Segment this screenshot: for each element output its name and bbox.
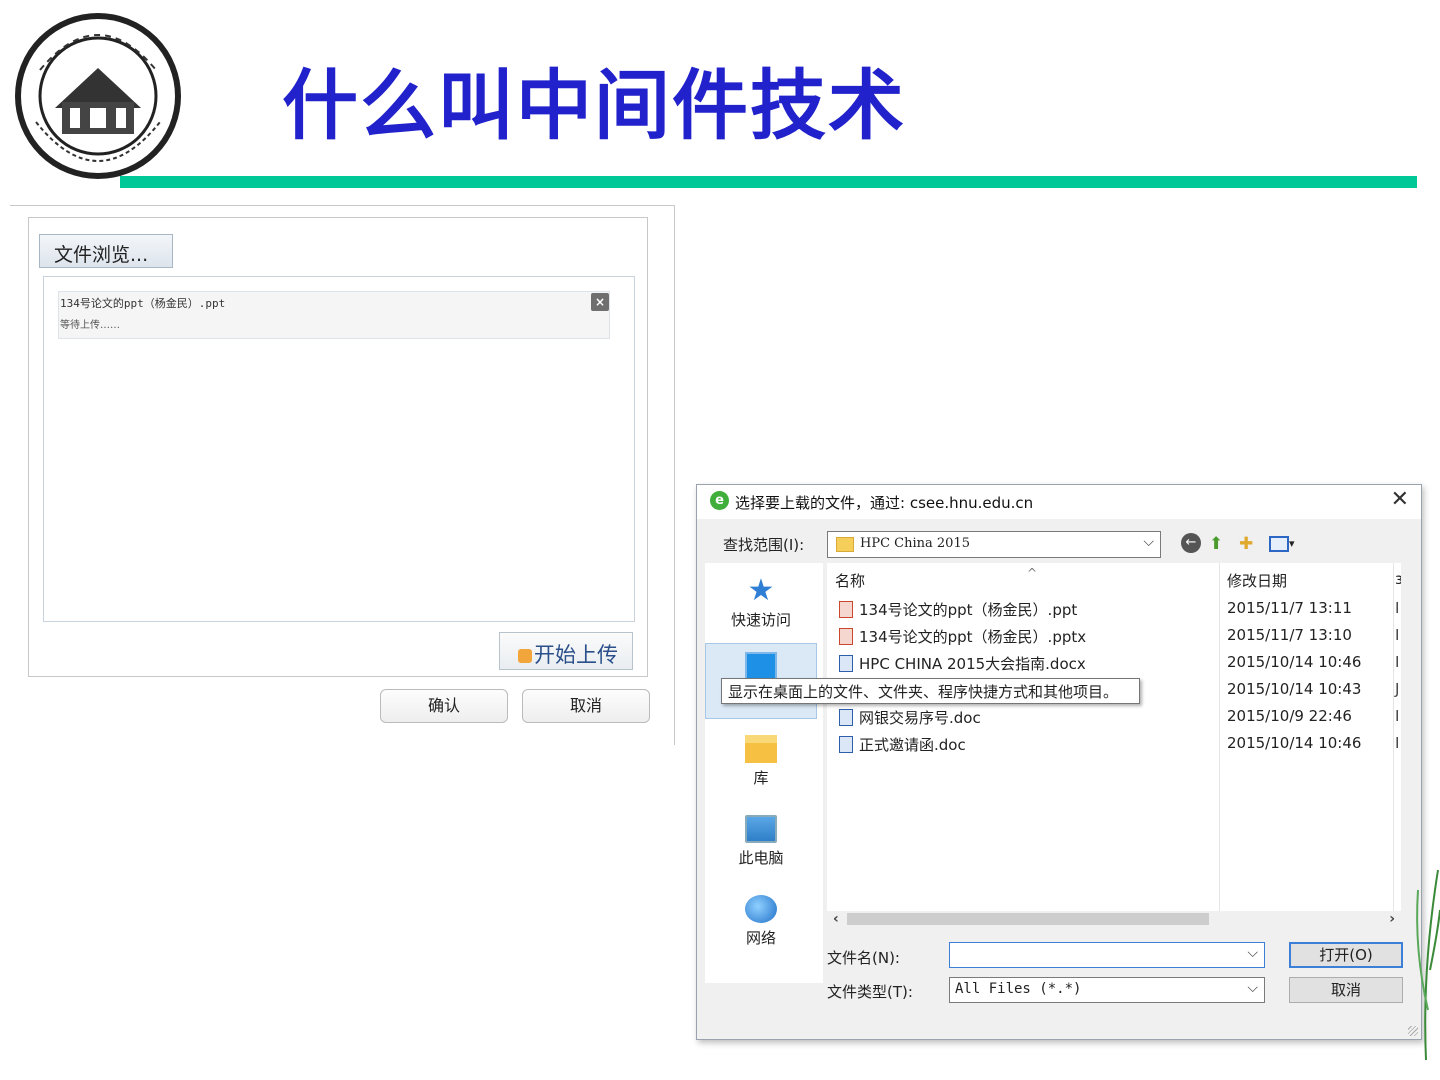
place-this-pc[interactable]: 此电脑 [705,807,817,883]
open-button[interactable]: 打开(O) [1289,942,1403,968]
file-list: 名称 ^ 修改日期 з 134号论文的ppt（杨金民）.ppt 2015/11/… [827,563,1401,925]
powerpoint-file-icon [839,628,853,645]
file-date: 2015/10/14 10:43 [1227,680,1362,698]
ie-browser-icon: e [710,491,729,510]
scroll-right-icon[interactable]: › [1389,911,1395,925]
close-icon[interactable]: × [591,293,609,311]
file-row[interactable]: HPC CHINA 2015大会指南.docx 2015/10/14 10:46… [827,650,1401,677]
start-upload-label: 开始上传 [534,643,618,667]
column-name-label: 名称 [835,572,866,590]
upload-queue: 134号论文的ppt（杨金民）.ppt 等待上传…… × [43,276,635,622]
file-date: 2015/10/14 10:46 [1227,653,1362,671]
word-file-icon [839,736,853,753]
place-label: 快速访问 [730,611,791,629]
file-date: 2015/10/9 22:46 [1227,707,1352,725]
file-row[interactable]: 134号论文的ppt（杨金民）.pptx 2015/11/7 13:10 I [827,623,1401,650]
look-in-value: HPC China 2015 [860,536,970,551]
filename-input[interactable]: ⌵ [949,942,1265,968]
place-label: 网络 [745,929,776,947]
title-underline [120,176,1417,188]
column-header-name[interactable]: 名称 ^ [835,566,1037,591]
university-seal-logo [15,13,181,179]
file-name: 134号论文的ppt（杨金民）.pptx [859,628,1087,646]
look-in-dropdown[interactable]: HPC China 2015 ⌵ [827,531,1161,558]
place-label: 库 [753,769,769,787]
frame-edge [10,205,675,206]
confirm-button[interactable]: 确认 [380,689,508,723]
word-file-icon [839,655,853,672]
file-row[interactable]: 网银交易序号.doc 2015/10/9 22:46 I [827,704,1401,731]
frame-edge [674,205,675,745]
desktop-tooltip: 显示在桌面上的文件、文件夹、程序快捷方式和其他项目。 [721,678,1140,704]
file-type: J [1395,680,1400,698]
folder-icon [836,537,854,552]
back-arrow-icon[interactable]: ← [1181,533,1201,553]
look-in-label: 查找范围(I): [723,536,805,554]
file-name: 134号论文的ppt（杨金民）.ppt [859,601,1078,619]
file-type: I [1395,653,1400,671]
upload-icon [518,649,532,663]
place-library[interactable]: 库 [705,727,817,803]
upload-widget-screenshot: 文件浏览... 134号论文的ppt（杨金民）.ppt 等待上传…… × 开始上… [10,205,675,745]
this-pc-icon [745,815,777,843]
queue-item: 134号论文的ppt（杨金民）.ppt 等待上传…… × [58,291,610,339]
chevron-down-icon: ⌵ [1143,534,1154,550]
scrollbar-thumb[interactable] [847,913,1209,925]
file-name: HPC CHINA 2015大会指南.docx [859,655,1086,673]
queue-file-status: 等待上传…… [60,320,120,331]
upload-panel: 文件浏览... 134号论文的ppt（杨金民）.ppt 等待上传…… × 开始上… [28,217,648,677]
file-type: I [1395,734,1400,752]
slide-title: 什么叫中间件技术 [282,61,906,150]
chevron-down-icon: ⌵ [1247,980,1258,996]
place-label: 此电脑 [738,849,784,867]
network-globe-icon [745,895,777,923]
browse-files-button[interactable]: 文件浏览... [39,234,173,268]
filetype-value: All Files (*.*) [955,981,1082,997]
file-type: I [1395,599,1400,617]
dialog-cancel-button[interactable]: 取消 [1289,977,1403,1003]
start-upload-button[interactable]: 开始上传 [499,632,633,670]
column-header-date[interactable]: 修改日期 [1227,570,1287,591]
column-header-type[interactable]: з [1395,570,1401,588]
open-file-dialog: e 选择要上载的文件，通过: csee.hnu.edu.cn ✕ 查找范围(I)… [696,484,1422,1040]
cancel-button[interactable]: 取消 [522,689,650,723]
dialog-titlebar: e 选择要上载的文件，通过: csee.hnu.edu.cn ✕ [697,485,1421,519]
view-menu-icon[interactable]: ▾ [1269,533,1303,555]
scroll-left-icon[interactable]: ‹ [833,911,839,925]
file-date: 2015/11/7 13:11 [1227,599,1352,617]
place-quick-access[interactable]: ★ 快速访问 [705,569,817,645]
filetype-dropdown[interactable]: All Files (*.*) ⌵ [949,977,1265,1003]
file-row[interactable]: 正式邀请函.doc 2015/10/14 10:46 I [827,731,1401,758]
file-type: I [1395,626,1400,644]
file-row[interactable]: 134号论文的ppt（杨金民）.ppt 2015/11/7 13:11 I [827,596,1401,623]
filename-label: 文件名(N): [827,949,900,967]
file-type: I [1395,707,1400,725]
powerpoint-file-icon [839,601,853,618]
word-file-icon [839,709,853,726]
queue-file-name: 134号论文的ppt（杨金民）.ppt [60,297,226,310]
file-name: 正式邀请函.doc [859,736,966,754]
desktop-icon [745,652,777,680]
close-icon[interactable]: ✕ [1391,487,1409,512]
places-bar: ★ 快速访问 桌面 库 此电脑 网络 [705,563,823,983]
file-name: 网银交易序号.doc [859,709,981,727]
file-date: 2015/10/14 10:46 [1227,734,1362,752]
library-folder-icon [745,735,777,763]
quick-access-star-icon: ★ [747,573,775,608]
place-network[interactable]: 网络 [705,887,817,963]
dialog-title: 选择要上载的文件，通过: csee.hnu.edu.cn [735,494,1034,512]
chevron-down-icon[interactable]: ⌵ [1247,945,1258,961]
new-folder-icon[interactable]: ✚ [1239,533,1253,555]
horizontal-scrollbar[interactable]: ‹ › [827,911,1401,925]
file-date: 2015/11/7 13:10 [1227,626,1352,644]
decorative-plant [1416,869,1440,1060]
filetype-label: 文件类型(T): [827,983,913,1001]
up-folder-icon[interactable]: ⬆ [1209,533,1223,555]
sort-ascending-icon: ^ [1027,566,1038,580]
